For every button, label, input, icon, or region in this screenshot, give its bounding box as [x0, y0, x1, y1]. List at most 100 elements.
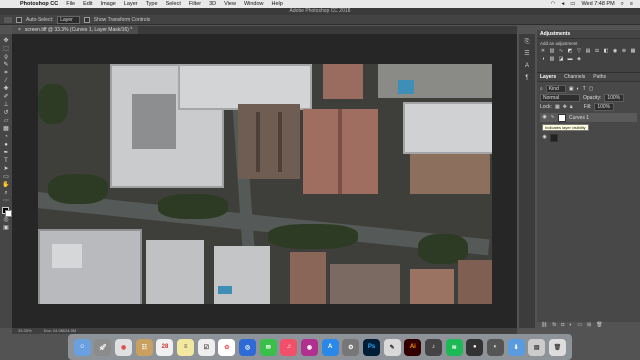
itunes-icon[interactable]: ♫ — [280, 338, 298, 356]
messages-icon[interactable]: ✉ — [259, 338, 277, 356]
screen-mode-icon[interactable]: ▣ — [2, 224, 10, 232]
move-tool-preset-icon[interactable] — [4, 16, 12, 23]
layer-row-curves[interactable]: ◉ ∿ Curves 1 — [540, 113, 637, 122]
aerial-photo[interactable] — [38, 64, 492, 304]
channel-mixer-icon[interactable]: ⊕ — [621, 49, 627, 54]
pixel-filter-icon[interactable]: ▣ — [569, 86, 574, 92]
properties-panel-icon[interactable]: ☰ — [523, 50, 531, 58]
facetime-icon[interactable]: ◎ — [239, 338, 257, 356]
document-canvas[interactable] — [12, 34, 517, 328]
search-icon[interactable]: ⌕ — [621, 1, 624, 8]
trash-dock-icon[interactable]: 🗑︎ — [548, 338, 566, 356]
menu-image[interactable]: Image — [97, 1, 120, 7]
trash-icon[interactable]: 🗑︎ — [596, 322, 602, 328]
move-tool-icon[interactable]: ✥ — [2, 37, 10, 45]
adjustment-filter-icon[interactable]: ◐ — [577, 86, 580, 92]
menu-type[interactable]: Type — [142, 1, 162, 7]
rectangle-tool-icon[interactable]: ▭ — [2, 173, 10, 181]
hue-saturation-icon[interactable]: ▤ — [585, 49, 591, 54]
zoom-tool-icon[interactable]: ⌕ — [2, 189, 10, 197]
fill-input[interactable]: 100% — [594, 102, 615, 111]
eye-icon[interactable]: ◉ — [542, 135, 547, 140]
app-store-icon[interactable]: A — [321, 338, 339, 356]
notes-icon[interactable]: ≡ — [177, 338, 195, 356]
kind-filter-dropdown[interactable]: Kind — [545, 84, 566, 93]
selective-color-icon[interactable]: ◈ — [576, 57, 582, 62]
dodge-tool-icon[interactable]: ● — [2, 141, 10, 149]
close-icon[interactable]: × — [18, 26, 21, 34]
textedit-icon[interactable]: ✎ — [383, 338, 401, 356]
clock[interactable]: Wed 7:48 PM — [581, 1, 614, 7]
downloads-folder-icon[interactable]: ⬇ — [507, 338, 525, 356]
documents-stack-icon[interactable]: ▤ — [528, 338, 546, 356]
menu-3d[interactable]: 3D — [205, 1, 220, 7]
tab-layers[interactable]: Layers — [540, 74, 556, 80]
finder-icon[interactable]: ☺ — [73, 338, 91, 356]
menu-window[interactable]: Window — [240, 1, 268, 7]
add-mask-icon[interactable]: ◘ — [561, 322, 564, 328]
battery-icon[interactable]: ▭ — [570, 1, 575, 7]
path-selection-tool-icon[interactable]: ➤ — [2, 165, 10, 173]
menu-view[interactable]: View — [220, 1, 240, 7]
tab-channels[interactable]: Channels — [564, 74, 585, 80]
document-tab[interactable]: × screen.tiff @ 33.3% (Curves 1, Layer M… — [12, 26, 139, 34]
character-panel-icon[interactable]: A — [523, 62, 531, 70]
gradient-map-icon[interactable]: ▬ — [567, 57, 573, 62]
lasso-tool-icon[interactable]: ϙ — [2, 53, 10, 61]
link-layers-icon[interactable]: ⛓ — [541, 322, 547, 328]
type-tool-icon[interactable]: T — [2, 157, 10, 165]
podcasts-icon[interactable]: ◉ — [301, 338, 319, 356]
marquee-tool-icon[interactable]: ⬚ — [2, 45, 10, 53]
eye-icon[interactable]: ◉ — [542, 115, 547, 120]
lock-all-icon[interactable]: 🔒︎ — [570, 104, 573, 110]
quicktime-icon[interactable]: ◐ — [486, 338, 504, 356]
lock-position-icon[interactable]: ✥ — [563, 104, 567, 110]
crop-tool-icon[interactable]: ⌗ — [2, 69, 10, 77]
launchpad-icon[interactable]: 🚀︎ — [94, 338, 112, 356]
layer-name[interactable]: Curves 1 — [569, 115, 589, 121]
opacity-input[interactable]: 100% — [604, 93, 625, 102]
new-group-icon[interactable]: ▭ — [577, 322, 582, 328]
photos-icon[interactable]: ✿ — [218, 338, 236, 356]
auto-select-checkbox[interactable] — [16, 16, 22, 23]
layer-row-background[interactable]: ◉ — [540, 133, 637, 142]
healing-brush-tool-icon[interactable]: ✚ — [2, 85, 10, 93]
brightness-contrast-icon[interactable]: ☀ — [540, 49, 546, 54]
blur-tool-icon[interactable]: ◔ — [2, 133, 10, 141]
quick-select-tool-icon[interactable]: ✎ — [2, 61, 10, 69]
background-color-swatch[interactable] — [5, 210, 12, 217]
zoom-level[interactable]: 33.33% — [18, 328, 32, 334]
volume-icon[interactable]: ◂ — [561, 1, 564, 7]
system-preferences-icon[interactable]: ⚙ — [342, 338, 360, 356]
blend-mode-dropdown[interactable]: Normal — [540, 93, 580, 102]
clone-stamp-tool-icon[interactable]: ⊥ — [2, 101, 10, 109]
contacts-icon[interactable]: ☷ — [135, 338, 153, 356]
invert-icon[interactable]: ◑ — [540, 57, 546, 62]
calendar-icon[interactable]: 28 — [156, 338, 174, 356]
type-filter-icon[interactable]: T — [583, 86, 586, 92]
paragraph-panel-icon[interactable]: ¶ — [523, 74, 531, 82]
curves-icon[interactable]: ∿ — [558, 49, 564, 54]
menu-app-name[interactable]: Photoshop CC — [16, 1, 62, 7]
layer-style-icon[interactable]: fx — [552, 322, 556, 328]
eraser-tool-icon[interactable]: ▱ — [2, 117, 10, 125]
exposure-icon[interactable]: ◩ — [567, 49, 573, 54]
photoshop-icon[interactable]: Ps — [363, 338, 381, 356]
menu-edit[interactable]: Edit — [79, 1, 96, 7]
new-adjustment-icon[interactable]: ◐ — [569, 322, 572, 328]
quick-mask-icon[interactable]: ◎ — [2, 216, 10, 224]
lock-pixels-icon[interactable]: ▦ — [555, 104, 560, 110]
history-brush-tool-icon[interactable]: ↺ — [2, 109, 10, 117]
menu-filter[interactable]: Filter — [185, 1, 205, 7]
brush-tool-icon[interactable]: ✐ — [2, 93, 10, 101]
pen-tool-icon[interactable]: ✒ — [2, 149, 10, 157]
menu-help[interactable]: Help — [268, 1, 287, 7]
eyedropper-tool-icon[interactable]: ⁄ — [2, 77, 10, 85]
threshold-icon[interactable]: ◪ — [558, 57, 564, 62]
chrome-icon[interactable]: ◉ — [115, 338, 133, 356]
history-panel-icon[interactable]: ⎘ — [523, 38, 531, 46]
music-icon[interactable]: ♪ — [424, 338, 442, 356]
show-transform-checkbox[interactable] — [83, 16, 90, 23]
menu-list-icon[interactable]: ≡ — [630, 1, 633, 7]
menu-select[interactable]: Select — [162, 1, 185, 7]
